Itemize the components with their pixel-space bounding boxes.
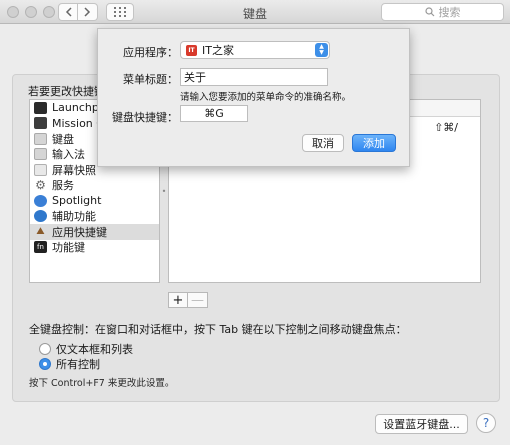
radio-button-selected[interactable] xyxy=(39,358,51,370)
sidebar-item-label: 屏幕快照 xyxy=(52,163,96,177)
spotlight-icon xyxy=(34,194,47,207)
fn-key-icon: fn xyxy=(34,241,47,254)
sidebar-item-label: 输入法 xyxy=(52,148,85,162)
cancel-button[interactable]: 取消 xyxy=(302,134,344,152)
radio-label: 仅文本框和列表 xyxy=(56,343,133,356)
search-placeholder: 搜索 xyxy=(438,6,461,19)
application-value: IT之家 xyxy=(202,44,234,57)
sidebar-item-label: Spotlight xyxy=(52,194,102,208)
launchpad-icon xyxy=(34,101,47,114)
menu-title-input[interactable]: 关于 xyxy=(180,68,328,86)
menu-title-label: 菜单标题： xyxy=(123,73,178,86)
menu-title-hint: 请输入您要添加的菜单命令的准确名称。 xyxy=(180,92,352,103)
input-method-icon xyxy=(34,148,47,161)
updown-arrows-icon: ▲ ▼ xyxy=(315,43,328,57)
table-row-shortcut[interactable]: ⇧⌘/ xyxy=(434,121,458,134)
application-popup[interactable]: IT IT之家 ▲ ▼ xyxy=(180,41,330,59)
remove-shortcut-button[interactable]: — xyxy=(188,292,208,308)
full-keyboard-access-label: 全键盘控制：在窗口和对话框中，按下 Tab 键在以下控制之间移动键盘焦点： xyxy=(29,323,407,336)
help-button[interactable]: ? xyxy=(476,413,496,433)
sidebar-item-services[interactable]: ⚙ 服务 xyxy=(30,178,159,194)
radio-all-controls[interactable]: 所有控制 xyxy=(39,356,100,372)
sidebar-item-label: 应用快捷键 xyxy=(52,225,107,239)
keyboard-icon xyxy=(34,132,47,145)
search-field[interactable]: 搜索 xyxy=(381,3,504,21)
section-label: 若要更改快捷键 xyxy=(28,85,105,98)
sidebar-item-label: 键盘 xyxy=(52,132,74,146)
add-remove-controls: + — xyxy=(168,292,208,308)
app-icon: IT xyxy=(186,44,197,56)
sidebar-item-label: 辅助功能 xyxy=(52,210,96,224)
sidebar-item-label: 功能键 xyxy=(52,241,85,255)
sidebar-item-accessibility[interactable]: 辅助功能 xyxy=(30,209,159,225)
keyboard-control-hint: 按下 Control+F7 来更改此设置。 xyxy=(29,378,175,389)
mission-control-icon xyxy=(34,117,47,130)
screenshot-icon xyxy=(34,163,47,176)
shortcut-recorder-input[interactable]: ⌘G xyxy=(180,105,248,122)
application-label: 应用程序： xyxy=(123,46,178,59)
radio-text-boxes-only[interactable]: 仅文本框和列表 xyxy=(39,341,133,357)
shortcut-label: 键盘快捷键： xyxy=(112,111,178,124)
gear-icon: ⚙ xyxy=(35,178,46,193)
setup-bluetooth-keyboard-button[interactable]: 设置蓝牙键盘... xyxy=(375,414,468,434)
radio-button[interactable] xyxy=(39,343,51,355)
accessibility-icon xyxy=(34,210,47,223)
sidebar-item-function-keys[interactable]: fn 功能键 xyxy=(30,240,159,256)
search-icon xyxy=(424,7,434,17)
sidebar-item-app-shortcuts[interactable]: ⛰ 应用快捷键 xyxy=(30,224,159,240)
add-shortcut-sheet: 应用程序： IT IT之家 ▲ ▼ 菜单标题： 关于 请输入您要添加的菜单命令的准… xyxy=(97,28,410,167)
app-shortcuts-icon: ⛰ xyxy=(36,226,45,238)
title-bar: 键盘 搜索 xyxy=(0,0,510,24)
sidebar-item-label: 服务 xyxy=(52,179,74,193)
radio-label: 所有控制 xyxy=(56,358,100,371)
add-button[interactable]: 添加 xyxy=(352,134,396,152)
add-shortcut-button[interactable]: + xyxy=(168,292,188,308)
sidebar-item-spotlight[interactable]: Spotlight xyxy=(30,193,159,209)
